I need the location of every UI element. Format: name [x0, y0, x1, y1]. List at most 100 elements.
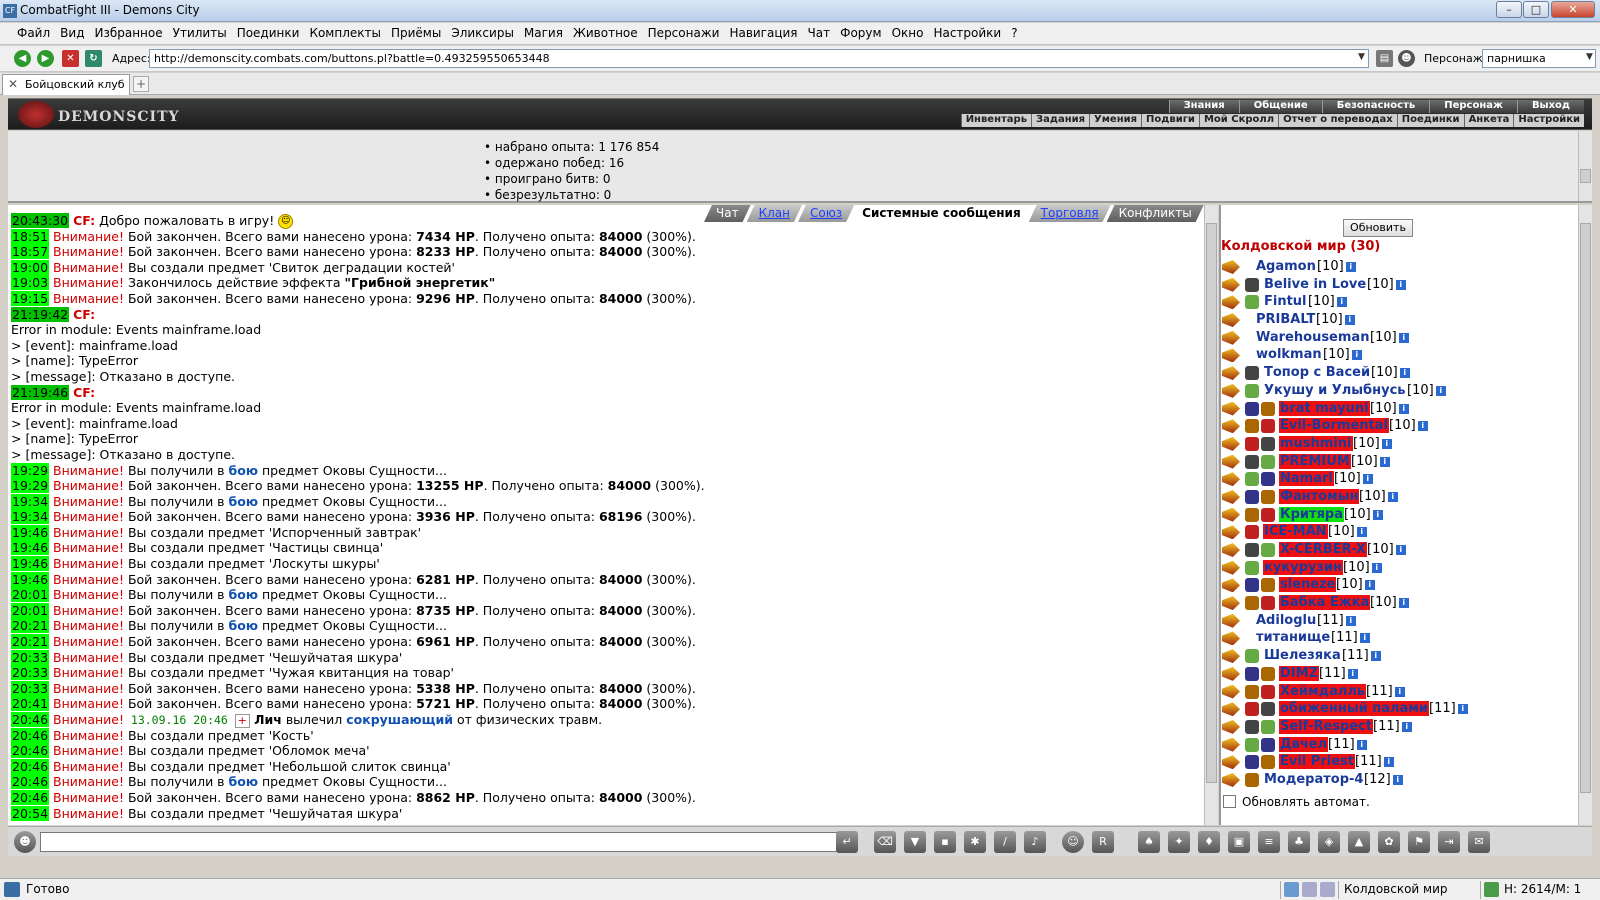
private-message-icon[interactable] — [1222, 737, 1240, 752]
private-message-icon[interactable] — [1222, 702, 1240, 717]
user-name[interactable]: Топор с Васей — [1263, 365, 1371, 380]
info-icon[interactable]: i — [1356, 527, 1367, 538]
align-icon[interactable] — [1245, 383, 1259, 398]
game-nav-bottom-item[interactable]: Поединки — [1396, 114, 1464, 127]
tab-fight-club[interactable]: ✕ Бойцовский клуб — [2, 74, 130, 95]
align-icon[interactable] — [1245, 755, 1259, 770]
chat-link[interactable]: бою — [229, 618, 258, 633]
info-icon[interactable]: i — [1435, 385, 1446, 396]
chat-timestamp[interactable]: 19:29 — [11, 462, 50, 478]
userlist-scrollbar[interactable] — [1578, 205, 1592, 825]
game-nav-bottom-item[interactable]: Задания — [1031, 114, 1089, 127]
menu-item[interactable]: Персонажи — [643, 23, 725, 40]
private-message-icon[interactable] — [1222, 560, 1240, 575]
private-message-icon[interactable] — [1222, 578, 1240, 593]
chat-timestamp[interactable]: 20:43:30 — [11, 213, 70, 228]
clan-icon[interactable] — [1261, 436, 1275, 451]
user-name[interactable]: ICE-MAN — [1263, 524, 1328, 540]
align-icon[interactable] — [1245, 489, 1259, 504]
game-nav-top-item[interactable]: Общение — [1238, 100, 1322, 113]
refresh-icon[interactable]: ↻ — [85, 50, 102, 67]
clan-icon[interactable] — [1261, 507, 1275, 522]
user-name[interactable]: wolkman — [1255, 347, 1323, 362]
scroll-icon[interactable]: ≡ — [1258, 831, 1280, 853]
align-icon[interactable] — [1245, 596, 1259, 611]
chat-timestamp[interactable]: 19:03 — [11, 275, 50, 291]
user-name-text[interactable]: Agamon — [1256, 259, 1316, 274]
chat-timestamp[interactable]: 20:46 — [11, 758, 50, 774]
chat-timestamp[interactable]: 20:46 — [11, 727, 50, 743]
chat-timestamp[interactable]: 20:01 — [11, 602, 50, 618]
clan-icon[interactable] — [1261, 472, 1275, 487]
private-message-icon[interactable] — [1222, 401, 1240, 416]
sound-icon[interactable]: ♪ — [1024, 831, 1046, 853]
user-name-text[interactable]: brat mayuni — [1280, 401, 1369, 416]
align-icon[interactable] — [1245, 366, 1259, 381]
sword-icon[interactable]: / — [994, 831, 1016, 853]
people-icon[interactable]: ☻ — [1398, 50, 1415, 67]
status-refresh-icon[interactable] — [1484, 882, 1499, 897]
user-name[interactable]: Adiloglu — [1255, 613, 1317, 628]
user-name[interactable]: Agamon — [1255, 259, 1317, 274]
info-icon[interactable]: i — [1371, 562, 1382, 573]
chat-link[interactable]: бою — [229, 463, 258, 478]
user-name[interactable]: Хеймдалль — [1279, 683, 1367, 699]
align-icon[interactable] — [1245, 436, 1259, 451]
user-name-text[interactable]: Fintul — [1264, 294, 1307, 309]
private-message-icon[interactable] — [1222, 383, 1240, 398]
send-icon[interactable]: ↵ — [836, 831, 858, 853]
chat-timestamp[interactable]: 19:46 — [11, 571, 50, 587]
user-name-text[interactable]: Self-Respect — [1280, 719, 1372, 734]
info-icon[interactable]: i — [1457, 704, 1468, 715]
flag-icon[interactable]: ⚑ — [1408, 831, 1430, 853]
menu-item[interactable]: Магия — [519, 23, 568, 40]
private-message-icon[interactable] — [1222, 684, 1240, 699]
bag-icon[interactable]: ♦ — [1198, 831, 1220, 853]
info-icon[interactable]: i — [1336, 297, 1347, 308]
info-icon[interactable]: i — [1399, 368, 1410, 379]
align-icon[interactable] — [1245, 649, 1259, 664]
private-message-icon[interactable] — [1222, 472, 1240, 487]
align-icon[interactable] — [1245, 454, 1259, 469]
info-icon[interactable]: i — [1398, 332, 1409, 343]
info-icon[interactable]: i — [1387, 491, 1398, 502]
user-name-text[interactable]: кукурузин — [1264, 560, 1342, 575]
private-message-icon[interactable] — [1222, 295, 1240, 310]
info-icon[interactable]: i — [1395, 545, 1406, 555]
private-message-icon[interactable] — [1222, 755, 1240, 770]
gift-icon[interactable]: ✿ — [1378, 831, 1400, 853]
info-icon[interactable]: i — [1351, 350, 1362, 361]
stats-scrollbar[interactable] — [1578, 131, 1592, 201]
user-name[interactable]: Шелезяка — [1263, 648, 1342, 663]
private-message-icon[interactable] — [1222, 348, 1240, 363]
menu-item[interactable]: ? — [1006, 23, 1022, 40]
exit-icon[interactable]: ⇥ — [1438, 831, 1460, 853]
user-name[interactable]: DIMZ — [1279, 665, 1319, 681]
user-name-text[interactable]: титанище — [1256, 630, 1330, 645]
game-nav-bottom-item[interactable]: Анкета — [1463, 114, 1514, 127]
address-input[interactable]: http://demonscity.combats.com/buttons.pl… — [149, 49, 1369, 68]
clan-icon[interactable] — [1261, 419, 1275, 434]
chat-timestamp[interactable]: 19:00 — [11, 259, 50, 275]
private-message-icon[interactable] — [1222, 489, 1240, 504]
info-icon[interactable]: i — [1398, 403, 1409, 414]
menu-item[interactable]: Утилиты — [168, 23, 232, 40]
user-name-text[interactable]: Namari — [1280, 471, 1333, 486]
user-name[interactable]: Фантомын — [1279, 488, 1360, 504]
user-name[interactable]: X-CERBER-X — [1279, 542, 1367, 557]
menu-item[interactable]: Форум — [835, 23, 886, 40]
user-name-text[interactable]: Хеймдалль — [1280, 684, 1365, 699]
chat-scrollbar[interactable] — [1204, 205, 1218, 825]
user-name[interactable]: Укушу и Улыбнусь — [1263, 383, 1407, 398]
user-name-text[interactable]: Evil Priest — [1280, 754, 1354, 769]
game-nav-bottom-item[interactable]: Подвиги — [1141, 114, 1199, 127]
status-window-icon[interactable] — [1302, 882, 1317, 897]
chat-timestamp[interactable]: 18:51 — [11, 228, 50, 244]
minimize-button[interactable]: – — [1496, 1, 1522, 18]
user-name-text[interactable]: Двчел — [1280, 737, 1327, 752]
chat-timestamp[interactable]: 20:46 — [11, 712, 50, 727]
align-icon[interactable] — [1245, 472, 1259, 487]
user-name[interactable]: Self-Respect — [1279, 718, 1374, 734]
user-name[interactable]: кукурузин — [1263, 559, 1344, 575]
chat-timestamp[interactable]: 19:46 — [11, 540, 50, 556]
